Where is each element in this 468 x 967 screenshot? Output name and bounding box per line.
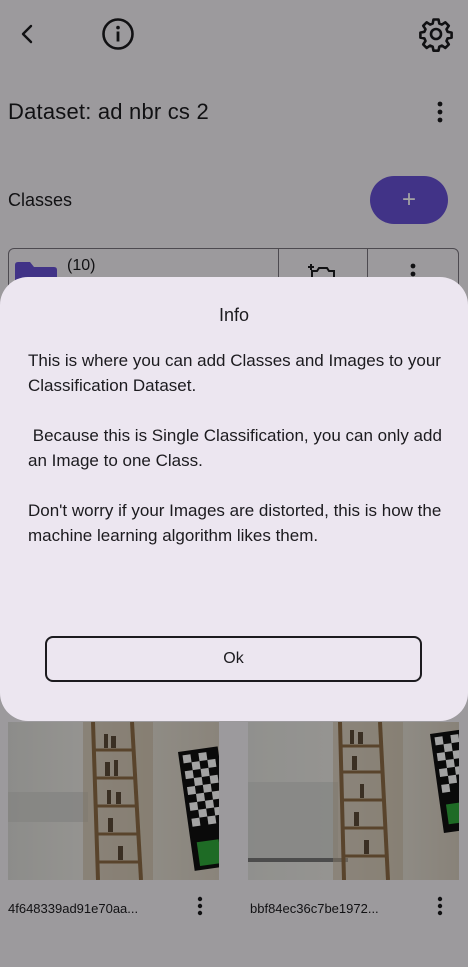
dialog-paragraph: Don't worry if your Images are distorted… [28, 501, 447, 545]
dialog-title: Info [218, 305, 250, 325]
ok-button[interactable]: Ok [45, 636, 422, 682]
dialog-content: This is where you can add Classes and Im… [28, 348, 444, 573]
dialog-paragraph: This is where you can add Classes and Im… [28, 351, 446, 395]
dialog-paragraph: Because this is Single Classification, y… [28, 426, 447, 470]
ok-button-label: Ok [223, 650, 244, 667]
info-dialog: Info This is where you can add Classes a… [0, 277, 468, 721]
